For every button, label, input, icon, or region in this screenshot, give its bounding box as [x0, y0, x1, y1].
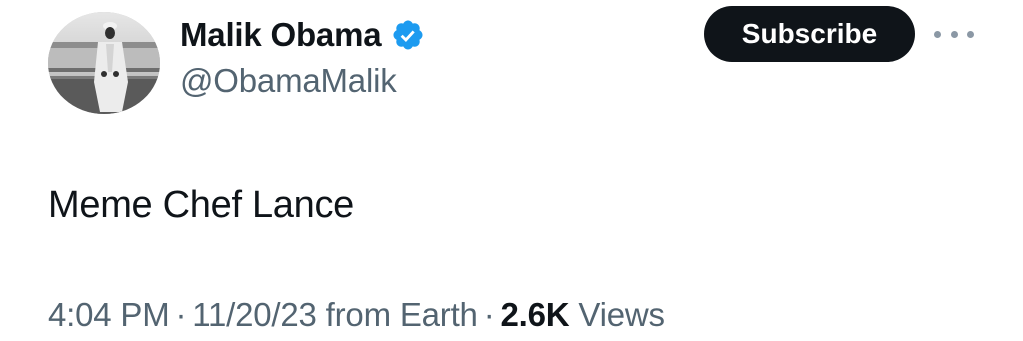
more-dot	[934, 30, 941, 38]
tweet-date[interactable]: 11/20/23	[192, 296, 317, 333]
tweet-source: from Earth	[325, 296, 478, 333]
author-handle[interactable]: @ObamaMalik	[180, 62, 397, 100]
views-label: Views	[578, 296, 665, 333]
verified-badge-icon[interactable]	[391, 18, 425, 52]
avatar[interactable]	[48, 12, 160, 114]
profile-photo	[48, 12, 160, 114]
tweet-card: Malik Obama @ObamaMalik Subscribe Meme C…	[0, 0, 1023, 341]
tweet-meta: 4:04 PM · 11/20/23 from Earth · 2.6K Views	[48, 296, 665, 334]
views-count[interactable]: 2.6K	[501, 296, 570, 333]
more-dot	[967, 30, 974, 38]
tweet-time[interactable]: 4:04 PM	[48, 296, 170, 333]
meta-separator: ·	[175, 296, 187, 333]
author-display-name[interactable]: Malik Obama	[180, 16, 382, 54]
author-name-row: Malik Obama	[180, 14, 425, 56]
subscribe-button[interactable]: Subscribe	[704, 6, 915, 62]
tweet-text: Meme Chef Lance	[48, 184, 354, 226]
more-dot	[950, 30, 958, 38]
meta-separator: ·	[483, 296, 495, 333]
more-options-icon[interactable]	[934, 24, 974, 44]
